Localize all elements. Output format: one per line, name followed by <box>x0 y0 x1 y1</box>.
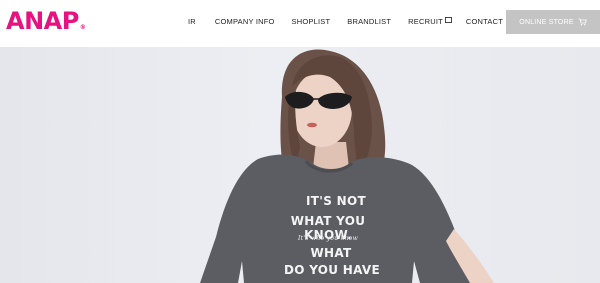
nav-item-shoplist[interactable]: SHOPLIST <box>292 17 331 26</box>
tshirt-print-script: It's who you know <box>297 235 359 242</box>
online-store-button[interactable]: ONLINE STORE <box>506 10 600 34</box>
nav-item-recruit[interactable]: RECRUIT <box>408 17 452 26</box>
main-nav: IR COMPANY INFO SHOPLIST BRANDLIST RECRU… <box>188 14 503 28</box>
page: ANAP ® IR COMPANY INFO SHOPLIST BRANDLIS… <box>0 0 600 283</box>
tshirt-print-line-3: WHAT <box>310 246 352 260</box>
nav-item-ir[interactable]: IR <box>188 17 196 26</box>
tshirt-print-line-1: IT'S NOT <box>306 194 366 208</box>
online-store-label: ONLINE STORE <box>519 18 574 26</box>
site-header: ANAP ® IR COMPANY INFO SHOPLIST BRANDLIS… <box>0 0 600 44</box>
registered-mark: ® <box>79 24 86 31</box>
nav-item-recruit-label: RECRUIT <box>408 16 443 26</box>
brand-logo[interactable]: ANAP ® <box>6 7 86 35</box>
logo-text: ANAP <box>6 7 79 35</box>
external-link-icon <box>444 17 452 23</box>
hero-banner[interactable]: IT'S NOT WHAT YOU KNOW. It's who you kno… <box>0 47 600 283</box>
nav-item-company-info[interactable]: COMPANY INFO <box>215 17 275 26</box>
tshirt-print-line-4: DO YOU HAVE <box>283 263 381 277</box>
nav-item-brandlist[interactable]: BRANDLIST <box>347 17 391 26</box>
cart-icon <box>578 18 587 26</box>
nav-item-contact[interactable]: CONTACT <box>466 17 503 26</box>
